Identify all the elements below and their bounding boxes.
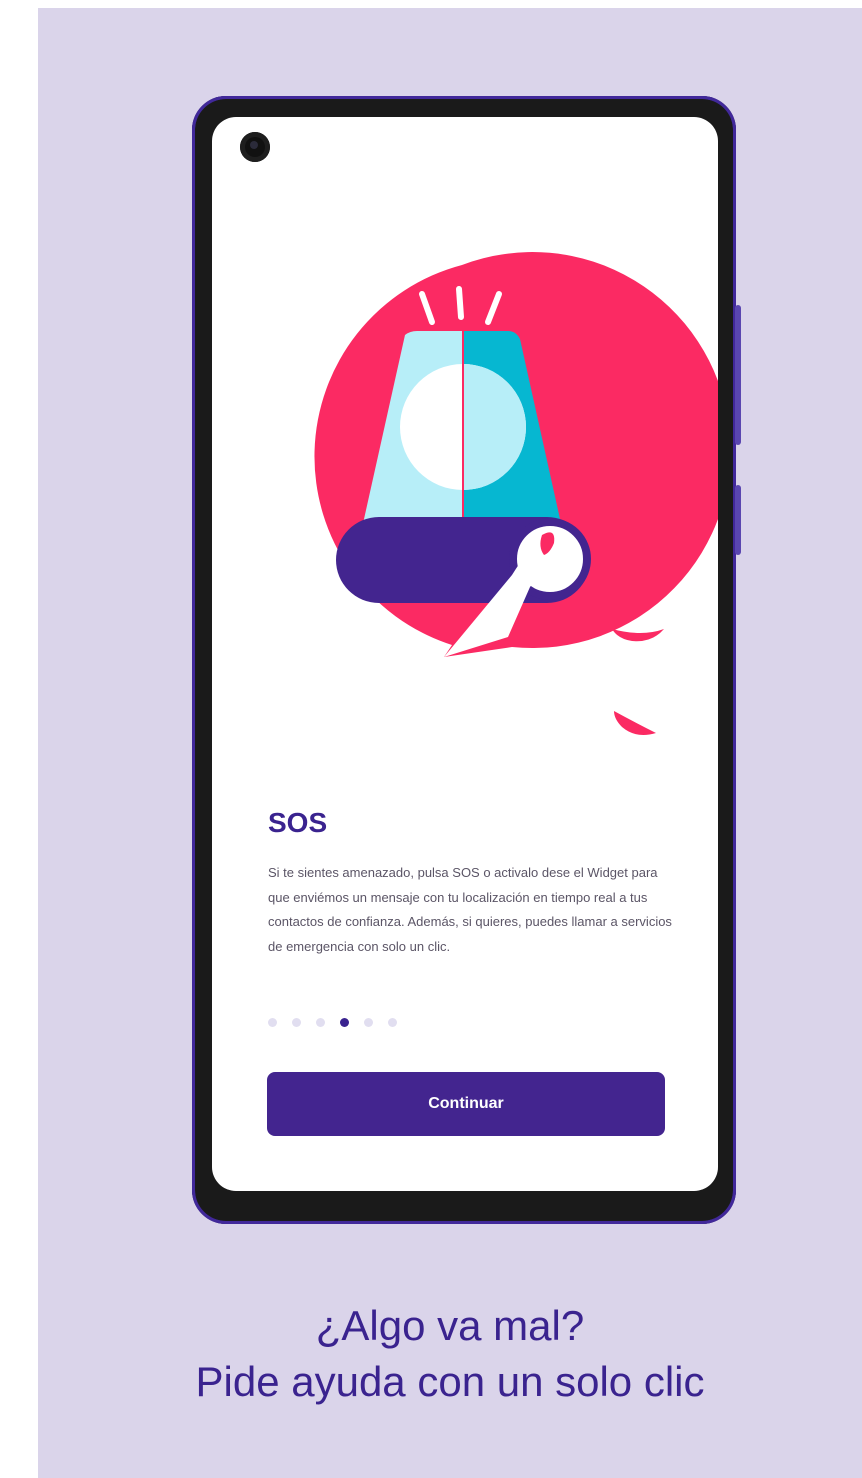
page-dot[interactable] bbox=[388, 1018, 397, 1027]
caption-line-1: ¿Algo va mal? bbox=[315, 1302, 585, 1349]
sound-wave-icon bbox=[614, 711, 656, 735]
onboarding-description: Si te sientes amenazado, pulsa SOS o act… bbox=[268, 865, 672, 954]
page-dot[interactable] bbox=[364, 1018, 373, 1027]
page-dot[interactable] bbox=[316, 1018, 325, 1027]
phone-screen: SOS Si te sientes amenazado, pulsa SOS o… bbox=[212, 117, 718, 1191]
page-dot[interactable] bbox=[268, 1018, 277, 1027]
page-dot-active[interactable] bbox=[340, 1018, 349, 1027]
sos-siren-illustration bbox=[314, 252, 718, 735]
onboarding-title: SOS bbox=[268, 807, 328, 838]
camera-icon bbox=[240, 132, 270, 162]
page-dot[interactable] bbox=[292, 1018, 301, 1027]
promo-caption: ¿Algo va mal? Pide ayuda con un solo cli… bbox=[38, 1298, 862, 1410]
pagination-dots bbox=[268, 1018, 397, 1028]
sound-wave-icon bbox=[612, 629, 664, 642]
continue-button[interactable]: Continuar bbox=[267, 1072, 665, 1136]
volume-button bbox=[735, 305, 741, 445]
power-button bbox=[735, 485, 741, 555]
caption-line-2: Pide ayuda con un solo clic bbox=[195, 1358, 705, 1405]
alert-ray-icon bbox=[456, 286, 464, 320]
